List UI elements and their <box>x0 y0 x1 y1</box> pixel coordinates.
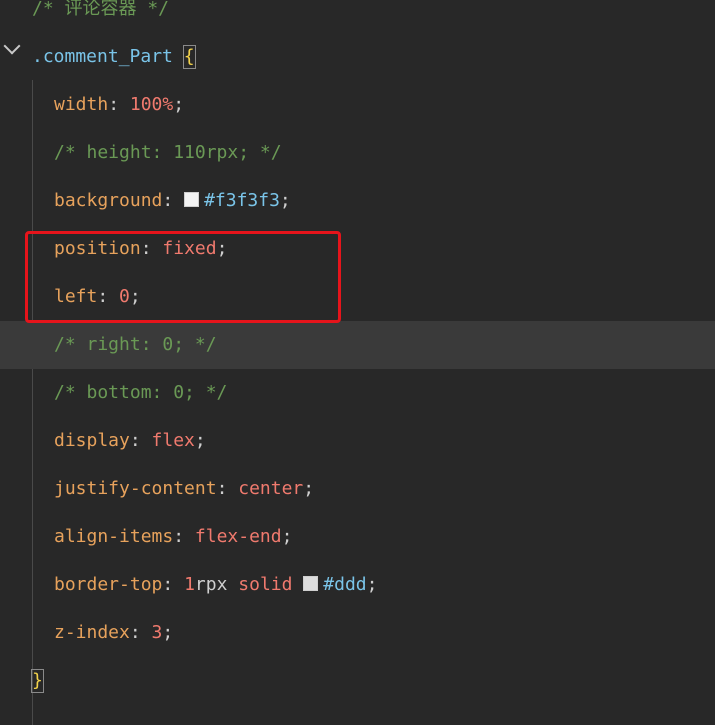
code-line[interactable]: } <box>0 657 715 705</box>
code-line[interactable]: z-index: 3; <box>0 609 715 657</box>
css-property: width <box>54 94 109 115</box>
code-line[interactable]: border-top: 1rpx solid #ddd; <box>0 561 715 609</box>
css-value: 100% <box>129 94 174 115</box>
css-color-value: #ddd <box>323 574 367 595</box>
css-property: align-items <box>54 526 174 547</box>
css-property: position <box>54 238 141 259</box>
code-line[interactable]: .comment_Part { <box>0 33 715 81</box>
code-line[interactable]: left: 0; <box>0 273 715 321</box>
css-value: solid <box>238 574 293 595</box>
code-line[interactable]: position: fixed; <box>0 225 715 273</box>
comment: /* height: 110rpx; */ <box>54 142 282 163</box>
code-line[interactable]: /* 评论容器 */ <box>0 0 715 33</box>
css-value: flex-end <box>194 526 282 547</box>
css-color-value: #f3f3f3 <box>204 190 280 211</box>
code-line[interactable]: align-items: flex-end; <box>0 513 715 561</box>
css-property: display <box>54 430 130 451</box>
code-line[interactable]: display: flex; <box>0 417 715 465</box>
color-swatch-icon[interactable] <box>184 192 200 207</box>
code-line[interactable]: /* bottom: 0; */ <box>0 369 715 417</box>
comment: /* right: 0; */ <box>54 334 217 355</box>
open-brace: { <box>182 45 196 69</box>
close-brace: } <box>31 669 44 693</box>
code-line[interactable]: width: 100%; <box>0 81 715 129</box>
css-property: background <box>54 190 163 211</box>
code-line[interactable]: background: #f3f3f3; <box>0 177 715 225</box>
css-value: fixed <box>162 238 217 259</box>
css-value: center <box>238 478 304 499</box>
code-line[interactable]: justify-content: center; <box>0 465 715 513</box>
code-line[interactable]: /* height: 110rpx; */ <box>0 129 715 177</box>
css-value: 3 <box>151 622 163 643</box>
css-selector: .comment_Part <box>32 46 173 67</box>
comment: /* 评论容器 */ <box>32 0 170 19</box>
css-property: border-top <box>54 574 163 595</box>
css-property: left <box>54 286 98 307</box>
css-value: 0 <box>119 286 130 307</box>
css-property: z-index <box>54 622 130 643</box>
color-swatch-icon[interactable] <box>303 576 319 591</box>
comment: /* bottom: 0; */ <box>54 382 228 403</box>
code-editor[interactable]: /* 评论容器 */ .comment_Part { width: 100%; … <box>0 0 715 725</box>
current-code-line[interactable]: /* right: 0; */ <box>0 321 715 369</box>
css-property: justify-content <box>54 478 217 499</box>
css-unit: rpx <box>194 574 228 595</box>
css-number: 1 <box>184 574 195 595</box>
css-value: flex <box>151 430 195 451</box>
